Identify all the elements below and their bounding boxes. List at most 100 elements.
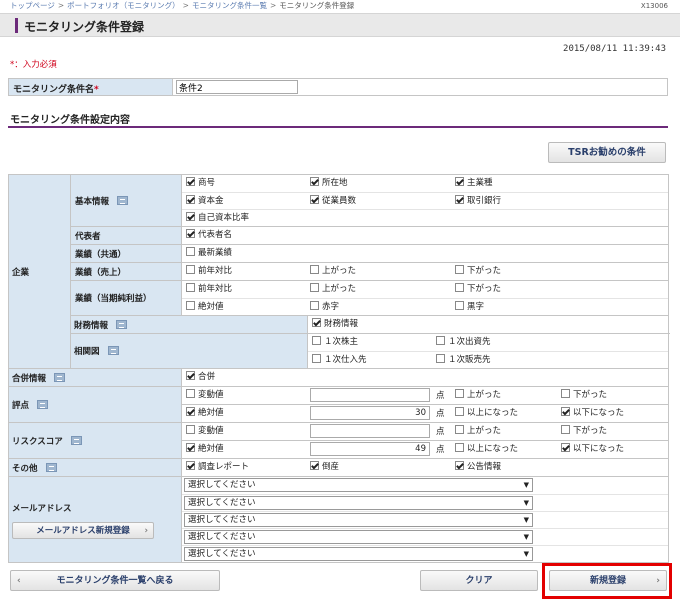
condition-name-input[interactable]	[176, 80, 298, 94]
checkbox-icon[interactable]	[561, 407, 570, 416]
checkbox-icon[interactable]	[186, 177, 195, 186]
checkbox-sales-down[interactable]: 下がった	[455, 265, 501, 278]
checkbox-icon[interactable]	[310, 195, 319, 204]
checkbox-latest-results[interactable]: 最新業績	[186, 247, 232, 260]
breadcrumb-link-condition-list[interactable]: モニタリング条件一覧	[192, 1, 267, 10]
checkbox-icon[interactable]	[455, 407, 464, 416]
checkbox-profit-yoy[interactable]: 前年対比	[186, 283, 232, 296]
checkbox-representative-name[interactable]: 代表者名	[186, 229, 232, 242]
checkbox-risk-absolute-above[interactable]: 以上になった	[455, 443, 518, 456]
checkbox-icon[interactable]	[310, 301, 319, 310]
checkbox-profit-deficit[interactable]: 赤字	[310, 301, 339, 314]
email-select[interactable]: 選択してください ▼	[184, 547, 533, 561]
checkbox-risk-change[interactable]: 変動値	[186, 425, 224, 438]
checkbox-financial[interactable]: 財務情報	[312, 318, 358, 331]
checkbox-icon[interactable]	[186, 461, 195, 470]
risk-absolute-input[interactable]: 49	[310, 442, 430, 456]
checkbox-risk-change-down[interactable]: 下がった	[561, 425, 607, 438]
clear-button[interactable]: クリア	[420, 570, 538, 591]
checkbox-risk-change-up[interactable]: 上がった	[455, 425, 501, 438]
checkbox-sales-up[interactable]: 上がった	[310, 265, 356, 278]
help-icon[interactable]	[117, 195, 129, 205]
checkbox-address[interactable]: 所在地	[310, 177, 348, 190]
checkbox-icon[interactable]	[310, 283, 319, 292]
checkbox-public-notice[interactable]: 公告情報	[455, 461, 501, 474]
breadcrumb-link-top[interactable]: トップページ	[10, 1, 55, 10]
checkbox-research-report[interactable]: 調査レポート	[186, 461, 249, 474]
checkbox-risk-absolute-below[interactable]: 以下になった	[561, 443, 624, 456]
checkbox-icon[interactable]	[455, 283, 464, 292]
checkbox-icon[interactable]	[186, 283, 195, 292]
checkbox-icon[interactable]	[436, 336, 445, 345]
checkbox-score-change-up[interactable]: 上がった	[455, 389, 501, 402]
checkbox-icon[interactable]	[186, 407, 195, 416]
help-icon[interactable]	[37, 399, 49, 409]
checkbox-icon[interactable]	[312, 336, 321, 345]
register-button[interactable]: 新規登録 ›	[549, 570, 667, 591]
checkbox-icon[interactable]	[310, 265, 319, 274]
checkbox-merger[interactable]: 合併	[186, 371, 215, 384]
checkbox-primary-shareholder[interactable]: １次株主	[312, 336, 358, 349]
checkbox-score-change[interactable]: 変動値	[186, 389, 224, 402]
help-icon[interactable]	[107, 346, 119, 355]
email-select[interactable]: 選択してください ▼	[184, 530, 533, 544]
checkbox-icon[interactable]	[455, 443, 464, 452]
checkbox-icon[interactable]	[186, 425, 195, 434]
checkbox-profit-down[interactable]: 下がった	[455, 283, 501, 296]
checkbox-score-absolute[interactable]: 絶対値	[186, 407, 224, 420]
checkbox-score-change-down[interactable]: 下がった	[561, 389, 607, 402]
checkbox-profit-surplus[interactable]: 黒字	[455, 301, 484, 314]
checkbox-primary-customer[interactable]: １次販売先	[436, 354, 491, 367]
checkbox-icon[interactable]	[186, 229, 195, 238]
checkbox-icon[interactable]	[312, 318, 321, 327]
checkbox-icon[interactable]	[186, 265, 195, 274]
checkbox-icon[interactable]	[455, 301, 464, 310]
checkbox-score-absolute-above[interactable]: 以上になった	[455, 407, 518, 420]
help-icon[interactable]	[116, 319, 128, 329]
email-select[interactable]: 選択してください ▼	[184, 496, 533, 510]
checkbox-icon[interactable]	[455, 389, 464, 398]
email-select[interactable]: 選択してください ▼	[184, 513, 533, 527]
checkbox-capital[interactable]: 資本金	[186, 195, 224, 208]
help-icon[interactable]	[70, 435, 82, 445]
checkbox-icon[interactable]	[186, 301, 195, 310]
checkbox-score-absolute-below[interactable]: 以下になった	[561, 407, 624, 420]
checkbox-icon[interactable]	[455, 461, 464, 470]
email-select[interactable]: 選択してください ▼	[184, 478, 533, 492]
help-icon[interactable]	[54, 372, 66, 382]
checkbox-icon[interactable]	[455, 425, 464, 434]
checkbox-icon[interactable]	[186, 247, 195, 256]
checkbox-icon[interactable]	[455, 177, 464, 186]
checkbox-profit-absolute[interactable]: 絶対値	[186, 301, 224, 314]
checkbox-icon[interactable]	[561, 425, 570, 434]
checkbox-equity-ratio[interactable]: 自己資本比率	[186, 212, 249, 225]
checkbox-icon[interactable]	[186, 371, 195, 380]
checkbox-icon[interactable]	[561, 389, 570, 398]
checkbox-icon[interactable]	[186, 443, 195, 452]
risk-change-input[interactable]	[310, 424, 430, 438]
back-to-list-button[interactable]: ‹ モニタリング条件一覧へ戻る	[10, 570, 220, 591]
checkbox-icon[interactable]	[186, 195, 195, 204]
checkbox-profit-up[interactable]: 上がった	[310, 283, 356, 296]
checkbox-icon[interactable]	[312, 354, 321, 363]
score-change-input[interactable]	[310, 388, 430, 402]
breadcrumb-link-portfolio[interactable]: ポートフォリオ（モニタリング）	[67, 1, 180, 10]
checkbox-icon[interactable]	[186, 389, 195, 398]
checkbox-bank[interactable]: 取引銀行	[455, 195, 501, 208]
checkbox-employees[interactable]: 従業員数	[310, 195, 356, 208]
checkbox-icon[interactable]	[436, 354, 445, 363]
help-icon[interactable]	[45, 462, 57, 472]
tsr-recommended-button[interactable]: TSRお勧めの条件	[548, 142, 666, 163]
checkbox-risk-absolute[interactable]: 絶対値	[186, 443, 224, 456]
add-email-button[interactable]: メールアドレス新規登録 ›	[12, 522, 154, 539]
checkbox-icon[interactable]	[455, 265, 464, 274]
score-absolute-input[interactable]: 30	[310, 406, 430, 420]
checkbox-bankruptcy[interactable]: 倒産	[310, 461, 339, 474]
checkbox-icon[interactable]	[310, 177, 319, 186]
checkbox-trade-name[interactable]: 商号	[186, 177, 215, 190]
checkbox-main-industry[interactable]: 主業種	[455, 177, 493, 190]
checkbox-icon[interactable]	[455, 195, 464, 204]
checkbox-primary-investee[interactable]: １次出資先	[436, 336, 491, 349]
checkbox-icon[interactable]	[310, 461, 319, 470]
checkbox-sales-yoy[interactable]: 前年対比	[186, 265, 232, 278]
